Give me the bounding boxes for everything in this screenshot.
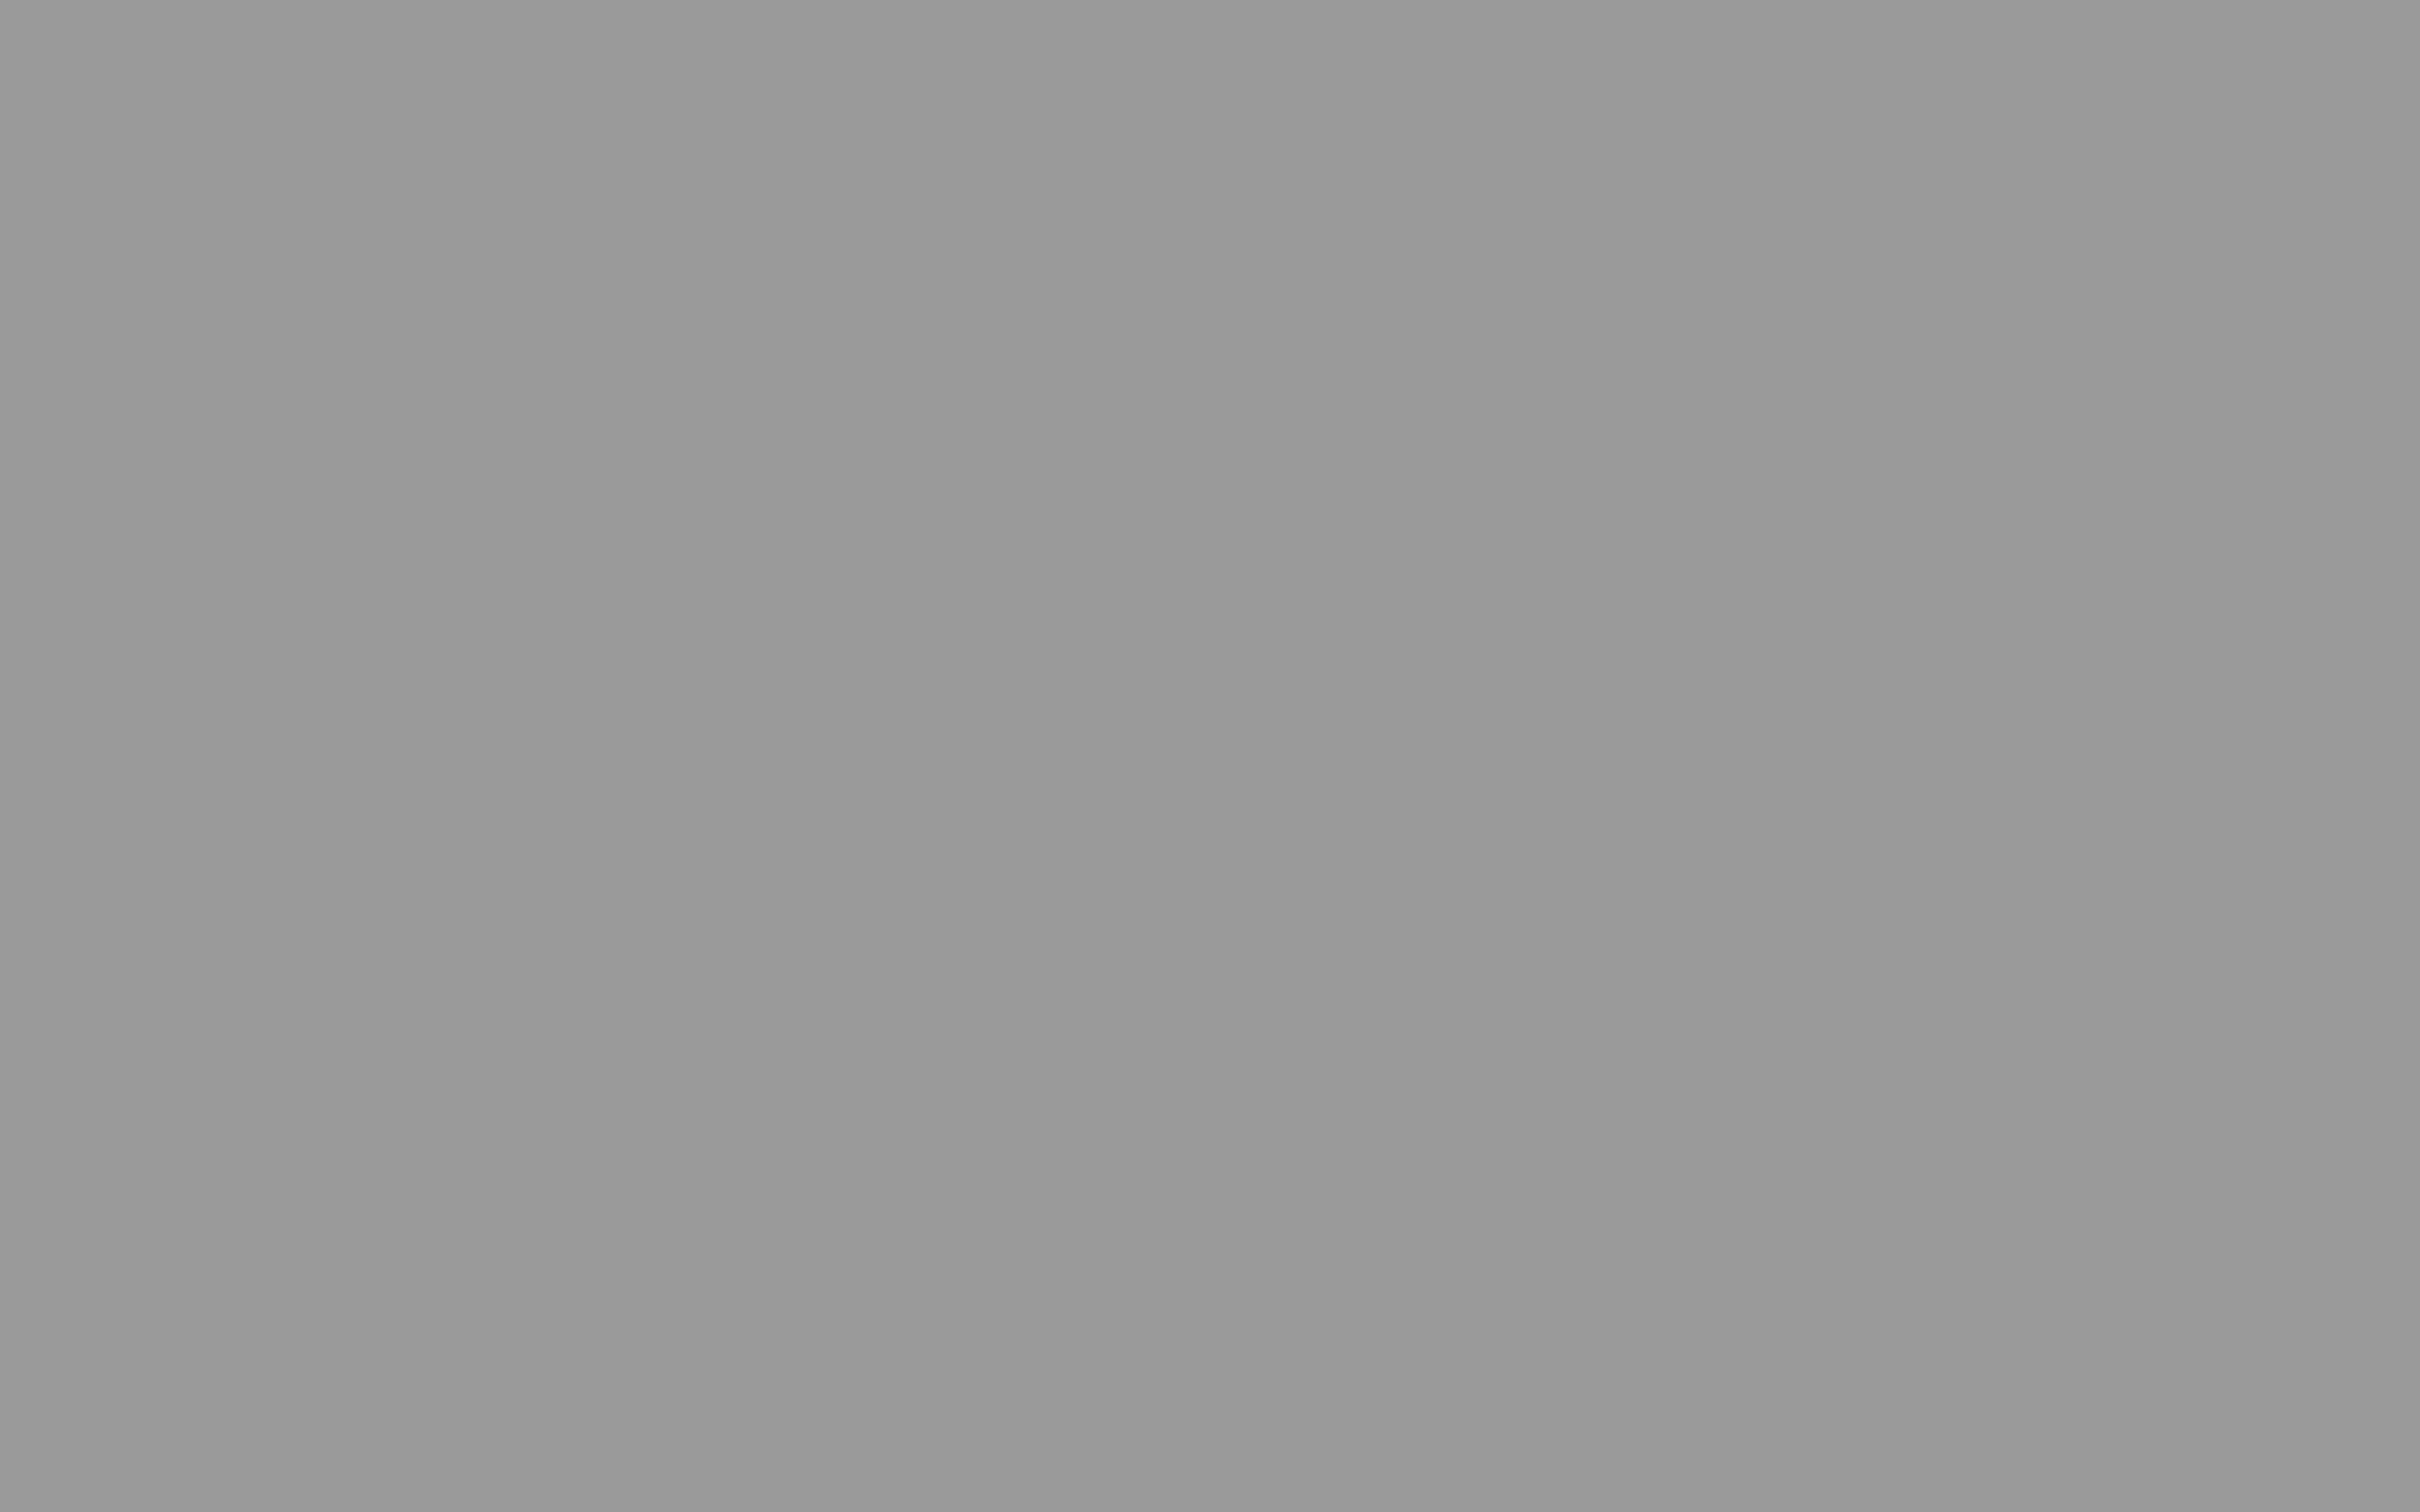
- mirrored-screenshot-stage: ƷS SOLID WORKS FileEditViewInsertToolsWi…: [0, 0, 2420, 1512]
